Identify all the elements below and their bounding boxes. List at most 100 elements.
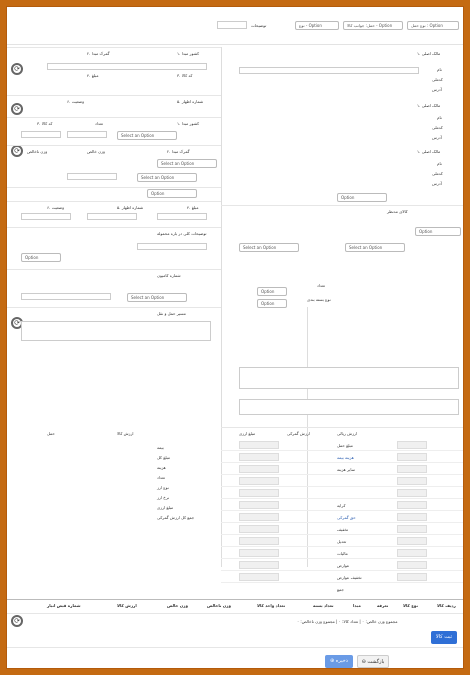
grid-cell[interactable] — [239, 477, 279, 485]
destination-label: ۲. گمرک مبدا — [167, 149, 190, 154]
grid-cell[interactable] — [397, 549, 427, 557]
gross-label: وزن ناخالص — [27, 149, 48, 154]
section-label: ۳. کد کالا — [177, 73, 193, 78]
notes-area[interactable] — [239, 367, 459, 389]
option-select[interactable]: Option — [337, 193, 387, 202]
grid-label: عوارض — [337, 563, 350, 568]
save-label: ذخیره — [335, 658, 348, 664]
option-field[interactable] — [137, 243, 207, 250]
grid-header: ارزش گمرکی — [287, 431, 310, 436]
grid-label: نرخ ارز — [157, 495, 170, 500]
package-select[interactable]: Option — [257, 299, 287, 308]
grid-label: مبلغ ارزی — [157, 505, 174, 510]
back-label: بازگشت — [367, 659, 385, 665]
grid-label: مبلغ حمل — [337, 443, 353, 448]
truck-select[interactable]: Select an Option — [127, 293, 187, 302]
grid-label: تعداد — [157, 475, 166, 480]
grid-label: هزینه بیمه — [337, 455, 354, 460]
grid-cell[interactable] — [239, 441, 279, 449]
cargo-select[interactable]: Option — [415, 227, 461, 236]
origin-country-label: ۱. کشور مبدا — [177, 121, 200, 126]
grid-cell[interactable] — [397, 501, 427, 509]
package-type-label: نوع بسته بندی — [307, 297, 331, 302]
add-goods-button[interactable]: ثبت کالا — [431, 631, 457, 644]
grid-cell[interactable] — [239, 573, 279, 581]
grid-cell[interactable] — [239, 549, 279, 557]
amount-field[interactable] — [157, 213, 207, 220]
grid-cell[interactable] — [239, 561, 279, 569]
code-field[interactable] — [21, 131, 61, 138]
grid-cell[interactable] — [239, 489, 279, 497]
grid-total-label: جمع — [337, 587, 344, 592]
grid-cell[interactable] — [239, 465, 279, 473]
driver-field[interactable] — [21, 293, 111, 300]
grid-cell[interactable] — [397, 561, 427, 569]
grid-cell[interactable] — [397, 489, 427, 497]
grid-cell[interactable] — [397, 573, 427, 581]
grid-label: تعدیل — [337, 539, 347, 544]
divider — [221, 427, 463, 428]
grid-cell[interactable] — [239, 513, 279, 521]
grid-label: سایر هزینه — [337, 467, 355, 472]
name-label: نام — [437, 67, 442, 72]
id-label: کدملی — [432, 171, 443, 176]
origin-select[interactable]: Select an Option — [117, 131, 177, 140]
grid-cell[interactable] — [239, 537, 279, 545]
route-textarea[interactable] — [21, 321, 211, 341]
grid-cell[interactable] — [239, 525, 279, 533]
table-header: وزن خالص — [167, 603, 188, 608]
grid-label: جمع کل ارزش گمرکی — [157, 515, 195, 520]
grid-cell[interactable] — [397, 465, 427, 473]
pieces-field[interactable] — [67, 131, 107, 138]
table-header: تعرفه — [377, 603, 389, 608]
back-button[interactable]: ⊖ بازگشت — [357, 655, 389, 668]
destination-select[interactable]: Select an Option — [157, 159, 217, 168]
collapse-toggle-icon[interactable]: ⟳ — [11, 615, 23, 627]
package-select[interactable]: Option — [257, 287, 287, 296]
divider — [7, 187, 221, 188]
rate-field[interactable] — [87, 213, 137, 220]
grid-cell[interactable] — [397, 537, 427, 545]
value-field[interactable] — [21, 213, 71, 220]
collapse-toggle-icon[interactable]: ⟳ — [11, 63, 23, 75]
origin-customs-field[interactable] — [47, 63, 207, 70]
owner-name-field[interactable] — [239, 67, 419, 74]
collapse-toggle-icon[interactable]: ⟳ — [11, 145, 23, 157]
collapse-toggle-icon[interactable]: ⟳ — [11, 103, 23, 115]
goods-side-select[interactable]: حمل: جوانب کالا - Option — [343, 21, 403, 30]
option-select[interactable]: Option — [147, 189, 197, 198]
grid-label: نوع ارز — [157, 485, 169, 490]
table-header: وزن ناخالص — [207, 603, 231, 608]
grid-cell[interactable] — [239, 501, 279, 509]
destination-select[interactable]: Select an Option — [239, 243, 299, 252]
cargo-description[interactable] — [239, 399, 459, 415]
grid-label: بیمه — [157, 445, 164, 450]
grid-cell[interactable] — [397, 441, 427, 449]
address-label: آدرس — [432, 87, 442, 92]
divider — [7, 227, 221, 228]
type-select[interactable]: نوع - Option — [295, 21, 339, 30]
grid-cell[interactable] — [397, 513, 427, 521]
id-label: کدملی — [432, 125, 443, 130]
description-field[interactable] — [217, 21, 247, 29]
table-summary: مجموع وزن خالص: ۰ | تعداد کالا: ۰ | مجمو… — [297, 619, 398, 624]
cargo-label: کالای مدنظر — [387, 209, 408, 214]
grid-cell[interactable] — [397, 453, 427, 461]
unit-select[interactable]: Option — [21, 253, 61, 262]
grid-header: مبلغ ارزی — [239, 431, 256, 436]
weight-field[interactable] — [67, 173, 117, 180]
grid-cell[interactable] — [397, 477, 427, 485]
currency-select[interactable]: Select an Option — [137, 173, 197, 182]
description-label: توضیحات — [251, 23, 267, 28]
transport-type-select[interactable]: نوع حمل : Option — [407, 21, 459, 30]
form-header: توضیحات نوع - Option حمل: جوانب کالا - O… — [7, 7, 463, 45]
field-label: ۶. وضعیت — [47, 205, 65, 210]
name-label: نام — [437, 161, 442, 166]
grid-cell[interactable] — [239, 453, 279, 461]
save-button[interactable]: ⊕ ذخیره — [325, 655, 353, 668]
note-label: توضیحات کلی در باره محموله — [157, 231, 207, 236]
section-label: ۴. مبلغ — [87, 73, 99, 78]
origin-select[interactable]: Select an Option — [345, 243, 405, 252]
grid-cell[interactable] — [397, 525, 427, 533]
grid-label: مالیات — [337, 551, 348, 556]
